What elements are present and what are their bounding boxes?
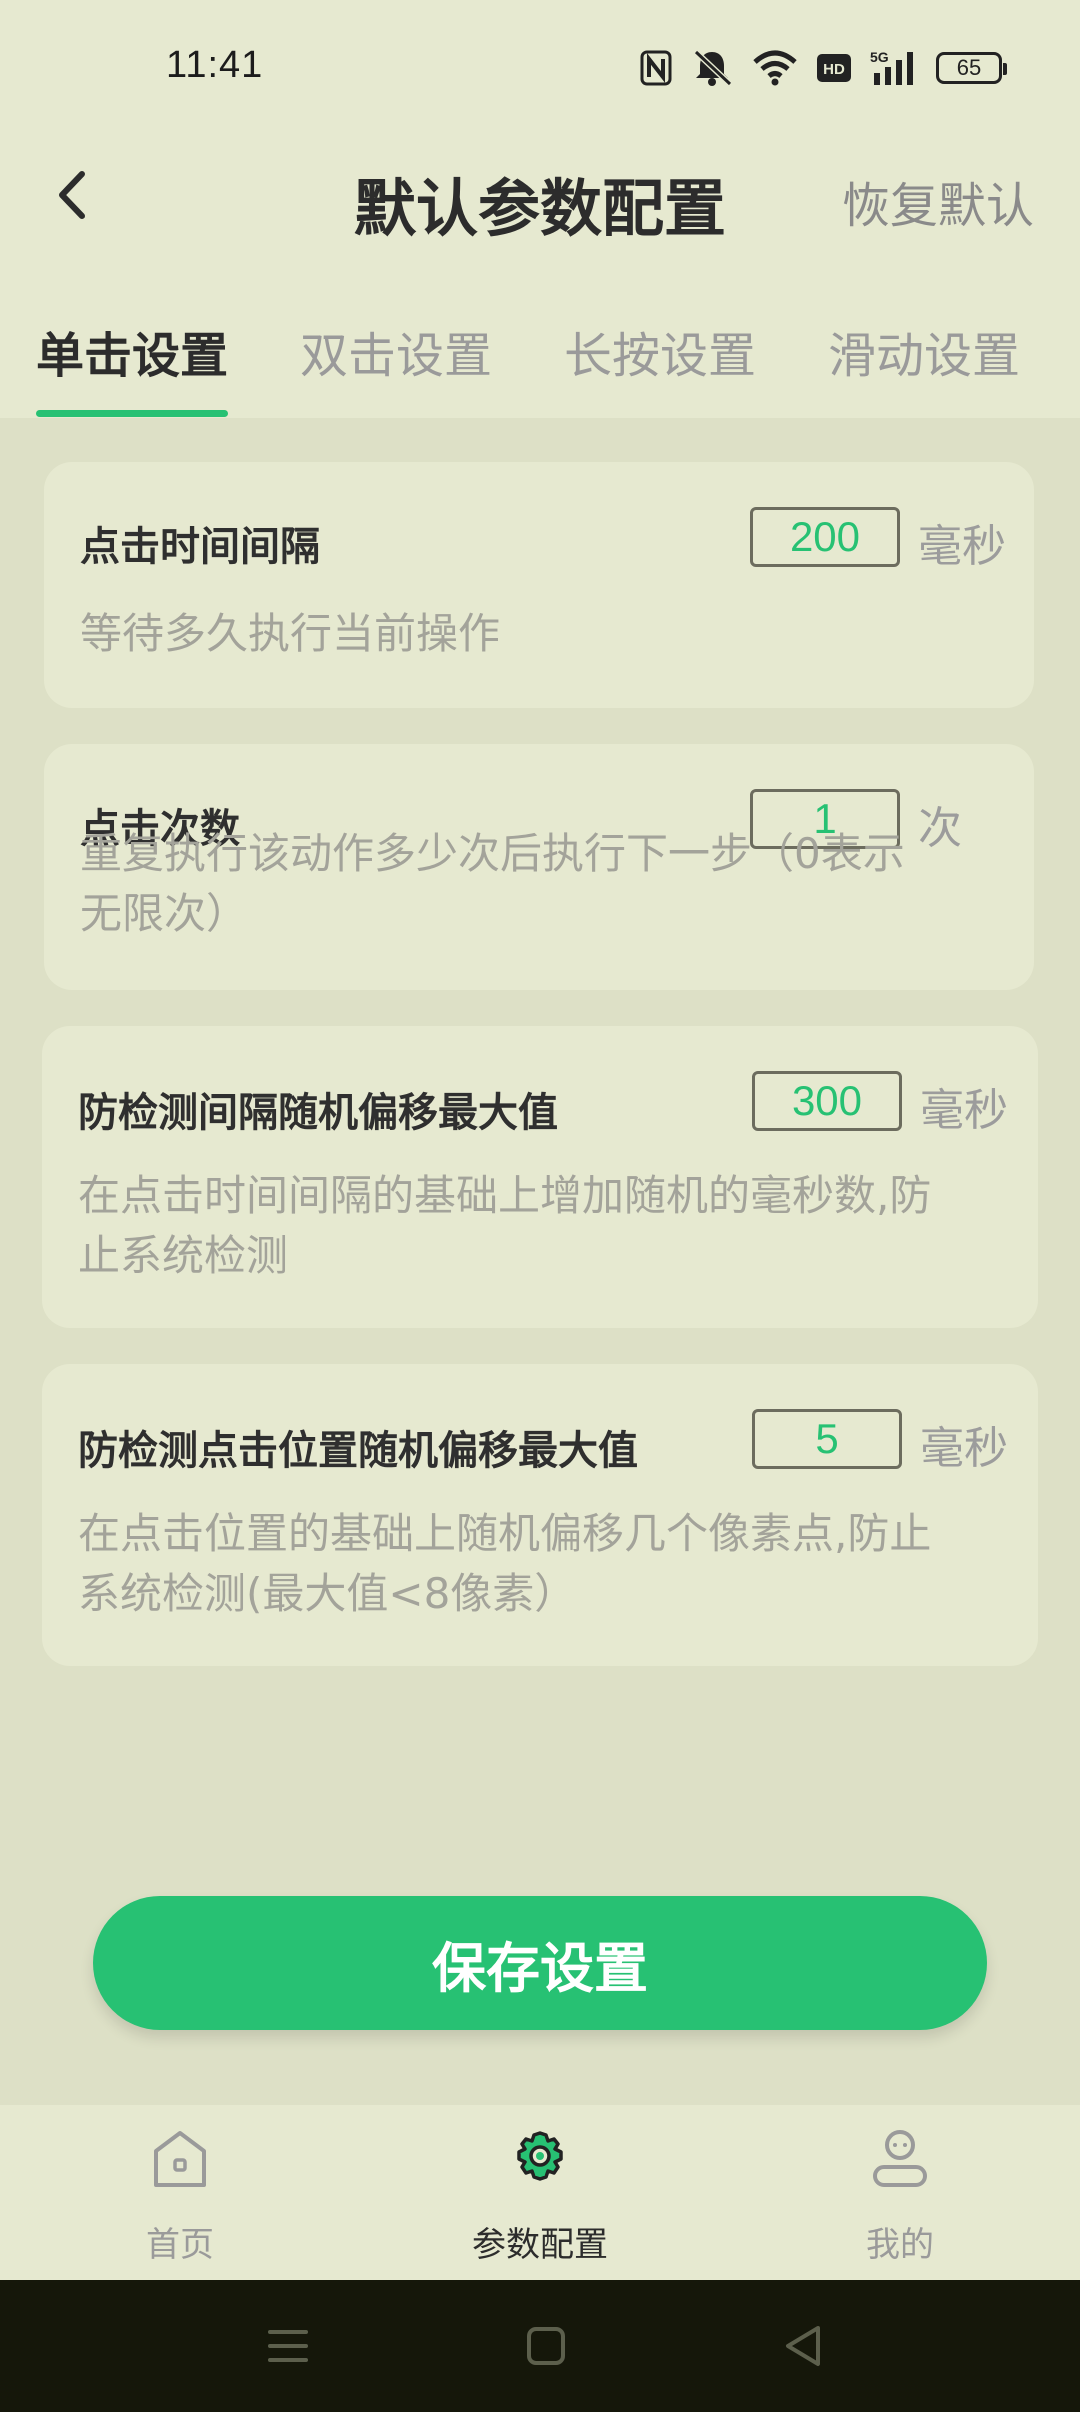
wifi-icon: [753, 50, 797, 86]
bottom-nav: 首页 参数配置 我的: [0, 2105, 1080, 2280]
menu-icon[interactable]: [262, 2320, 314, 2372]
tab-long-press[interactable]: 长按设置: [564, 316, 756, 386]
setting-description-line: 止系统检测: [78, 1231, 289, 1280]
status-icons: HD 5G 65: [640, 46, 1007, 90]
back-triangle-icon[interactable]: [778, 2320, 830, 2372]
setting-card-click-interval: 点击时间间隔 200 毫秒 等待多久执行当前操作: [44, 462, 1034, 708]
setting-unit: 毫秒: [918, 521, 1006, 572]
tab-single-click[interactable]: 单击设置: [36, 316, 228, 386]
5g-signal-icon: 5G: [870, 49, 913, 85]
active-tab-indicator: [36, 410, 228, 417]
status-time: 11:41: [166, 44, 264, 86]
tab-bar: 单击设置 双击设置 长按设置 滑动设置: [0, 260, 1080, 418]
svg-text:5G: 5G: [870, 49, 889, 65]
setting-card-click-count: 点击次数 1 次 重复执行该动作多少次后执行下一步（0表示 无限次）: [44, 744, 1034, 990]
hd-icon: HD: [817, 54, 851, 82]
setting-unit: 毫秒: [920, 1423, 1008, 1474]
nav-item-config[interactable]: 参数配置: [360, 2105, 720, 2280]
setting-unit: 次: [918, 803, 962, 854]
profile-icon: [873, 2130, 927, 2187]
interval-offset-input[interactable]: 300: [752, 1071, 902, 1131]
svg-text:HD: HD: [823, 61, 845, 78]
nfc-icon: [640, 50, 672, 86]
gear-icon: [517, 2131, 563, 2181]
nav-item-home[interactable]: 首页: [0, 2105, 360, 2280]
nav-label: 参数配置: [472, 2225, 608, 2265]
setting-description-line: 重复执行该动作多少次后执行下一步（0表示: [80, 829, 905, 878]
nav-label: 我的: [866, 2225, 934, 2265]
nav-label: 首页: [146, 2225, 214, 2265]
setting-description: 在点击时间间隔的基础上增加随机的毫秒数,防 止系统检测: [78, 1166, 931, 1286]
setting-description-line: 在点击位置的基础上随机偏移几个像素点,防止: [78, 1509, 932, 1558]
setting-title: 防检测间隔随机偏移最大值: [78, 1090, 558, 1136]
save-settings-button[interactable]: 保存设置: [93, 1896, 987, 2030]
position-offset-input[interactable]: 5: [752, 1409, 902, 1469]
setting-description: 等待多久执行当前操作: [80, 609, 501, 658]
tab-swipe[interactable]: 滑动设置: [828, 316, 1020, 386]
status-bar: 11:41 HD 5G 65: [0, 0, 1080, 130]
system-nav-bar: [0, 2280, 1080, 2412]
home-square-icon[interactable]: [520, 2320, 572, 2372]
nav-item-profile[interactable]: 我的: [720, 2105, 1080, 2280]
setting-title: 防检测点击位置随机偏移最大值: [78, 1428, 638, 1474]
setting-description-line: 在点击时间间隔的基础上增加随机的毫秒数,防: [78, 1171, 932, 1220]
setting-description-line: 系统检测(最大值<8像素）: [78, 1569, 577, 1618]
mute-icon: [693, 49, 733, 87]
home-icon: [154, 2131, 206, 2187]
setting-unit: 毫秒: [920, 1085, 1008, 1136]
setting-title: 点击时间间隔: [80, 524, 320, 570]
setting-card-interval-offset: 防检测间隔随机偏移最大值 300 毫秒 在点击时间间隔的基础上增加随机的毫秒数,…: [42, 1026, 1038, 1328]
restore-default-button[interactable]: 恢复默认: [842, 166, 1034, 236]
battery-icon: 65: [936, 52, 1007, 84]
setting-description-line: 无限次）: [80, 889, 249, 938]
setting-description: 在点击位置的基础上随机偏移几个像素点,防止 系统检测(最大值<8像素）: [78, 1504, 931, 1624]
setting-card-position-offset: 防检测点击位置随机偏移最大值 5 毫秒 在点击位置的基础上随机偏移几个像素点,防…: [42, 1364, 1038, 1666]
tab-double-click[interactable]: 双击设置: [300, 316, 492, 386]
click-interval-input[interactable]: 200: [750, 507, 900, 567]
setting-description: 重复执行该动作多少次后执行下一步（0表示 无限次）: [80, 824, 905, 944]
header: 默认参数配置 恢复默认: [0, 130, 1080, 260]
